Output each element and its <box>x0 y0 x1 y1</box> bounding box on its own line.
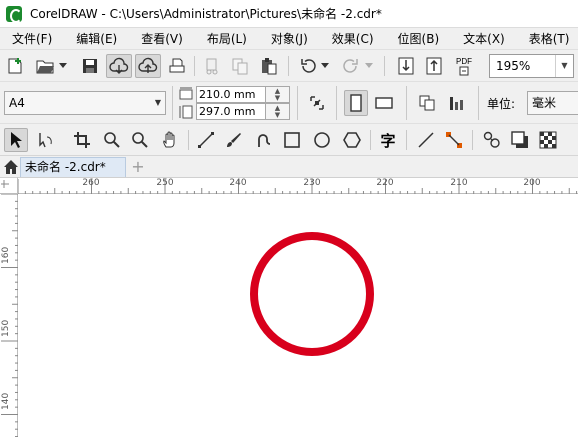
toolbox: 字 <box>0 123 578 155</box>
pen-tool-icon[interactable] <box>252 129 276 151</box>
drawing-canvas[interactable] <box>19 195 578 437</box>
zoom-level-value: 195% <box>496 59 531 73</box>
current-page-icon[interactable] <box>446 92 468 114</box>
artistic-media-tool-icon[interactable] <box>222 129 246 151</box>
ruler-h-label: 260 <box>82 178 100 188</box>
zoom-tool-icon[interactable] <box>100 129 124 151</box>
crop-tool-icon[interactable] <box>70 129 94 151</box>
menu-bar: 文件(F) 编辑(E) 查看(V) 布局(L) 对象(J) 效果(C) 位图(B… <box>0 27 578 49</box>
open-folder-icon[interactable] <box>34 56 56 76</box>
units-label: 单位: <box>487 97 516 111</box>
scale-page-icon[interactable] <box>305 92 329 114</box>
undo-dropdown-icon[interactable] <box>320 60 330 72</box>
menu-layout[interactable]: 布局(L) <box>195 29 259 49</box>
paste-icon[interactable] <box>258 56 280 76</box>
ruler-v-label: 150 <box>1 319 11 337</box>
redo-icon[interactable] <box>340 56 362 76</box>
rectangle-tool-icon[interactable] <box>280 129 304 151</box>
pick-tool-icon[interactable] <box>4 128 28 152</box>
text-tool-icon[interactable]: 字 <box>376 129 400 151</box>
vertical-ruler[interactable]: 160 150 140 <box>0 194 18 437</box>
pdf-label: PDF <box>456 56 472 66</box>
ruler-origin-corner[interactable] <box>0 177 18 194</box>
home-icon[interactable] <box>2 158 20 176</box>
page-height-spinner[interactable]: ▲ ▼ <box>266 103 290 120</box>
undo-icon[interactable] <box>297 56 319 76</box>
ruler-h-label: 210 <box>450 178 468 188</box>
import-icon[interactable] <box>396 56 416 76</box>
transparency-tool-icon[interactable] <box>536 129 560 151</box>
coreldraw-app-icon <box>6 5 22 23</box>
property-bar: A4 ▼ 210.0 mm ▲ ▼ 297.0 mm ▲ ▼ 单位: 毫米 <box>0 81 578 123</box>
portrait-orientation-icon[interactable] <box>344 90 368 116</box>
ruler-h-label: 200 <box>523 178 541 188</box>
print-icon[interactable] <box>166 56 188 76</box>
standard-toolbar: PDF 195% ▼ <box>0 49 578 81</box>
publish-pdf-icon[interactable]: PDF <box>452 55 476 77</box>
ellipse-tool-icon[interactable] <box>310 129 334 151</box>
redo-dropdown-icon[interactable] <box>364 60 374 72</box>
paper-size-select[interactable]: A4 ▼ <box>4 91 166 115</box>
page-width-spinner[interactable]: ▲ ▼ <box>266 86 290 103</box>
menu-edit[interactable]: 编辑(E) <box>64 29 129 49</box>
menu-view[interactable]: 查看(V) <box>129 29 195 49</box>
cloud-export-icon[interactable] <box>135 54 161 78</box>
menu-effects[interactable]: 效果(C) <box>320 29 386 49</box>
shape-tool-icon[interactable] <box>34 129 58 151</box>
paper-size-dropdown-icon[interactable]: ▼ <box>155 92 161 114</box>
connector-tool-icon[interactable] <box>442 129 466 151</box>
open-dropdown-icon[interactable] <box>58 60 68 72</box>
page-height-icon <box>178 104 194 120</box>
ruler-v-label: 140 <box>1 392 11 410</box>
ruler-h-label: 220 <box>376 178 394 188</box>
all-pages-icon[interactable] <box>416 92 438 114</box>
blend-tool-icon[interactable] <box>480 129 504 151</box>
page-width-input[interactable]: 210.0 mm <box>196 86 266 103</box>
freehand-tool-icon[interactable] <box>194 129 218 151</box>
zoom-dropdown-icon[interactable]: ▼ <box>555 55 573 77</box>
horizontal-ruler[interactable]: 260 250 240 230 220 210 200 <box>18 177 578 194</box>
zoom-out-tool-icon[interactable] <box>128 129 152 151</box>
document-tab-bar: 未命名 -2.cdr* + <box>0 155 578 178</box>
add-tab-icon[interactable]: + <box>130 159 146 175</box>
new-document-icon[interactable] <box>5 56 25 76</box>
document-tab-active[interactable]: 未命名 -2.cdr* <box>20 157 126 178</box>
window-title: CorelDRAW - C:\Users\Administrator\Pictu… <box>30 7 382 21</box>
drop-shadow-tool-icon[interactable] <box>508 129 532 151</box>
menu-object[interactable]: 对象(J) <box>259 29 320 49</box>
ruler-v-label: 160 <box>1 246 11 264</box>
ruler-h-label: 230 <box>303 178 321 188</box>
title-bar: CorelDRAW - C:\Users\Administrator\Pictu… <box>0 0 578 27</box>
ruler-h-label: 250 <box>156 178 174 188</box>
menu-bitmaps[interactable]: 位图(B) <box>386 29 452 49</box>
parallel-dimension-tool-icon[interactable] <box>414 129 438 151</box>
cut-icon[interactable] <box>202 56 222 76</box>
page-width-icon <box>178 86 194 102</box>
ruler-h-label: 240 <box>229 178 247 188</box>
page-height-input[interactable]: 297.0 mm <box>196 103 266 120</box>
copy-icon[interactable] <box>230 56 250 76</box>
units-select[interactable]: 毫米 <box>527 91 578 115</box>
save-icon[interactable] <box>80 56 100 76</box>
pan-tool-icon[interactable] <box>158 129 182 151</box>
red-circle-shape[interactable] <box>250 232 374 356</box>
export-icon[interactable] <box>424 56 444 76</box>
landscape-orientation-icon[interactable] <box>372 90 396 116</box>
menu-file[interactable]: 文件(F) <box>0 29 64 49</box>
paper-size-value: A4 <box>9 96 25 110</box>
menu-text[interactable]: 文本(X) <box>451 29 517 49</box>
menu-table[interactable]: 表格(T) <box>517 29 578 49</box>
polygon-tool-icon[interactable] <box>340 129 364 151</box>
zoom-level-combo[interactable]: 195% ▼ <box>489 54 574 78</box>
cloud-import-icon[interactable] <box>106 54 132 78</box>
